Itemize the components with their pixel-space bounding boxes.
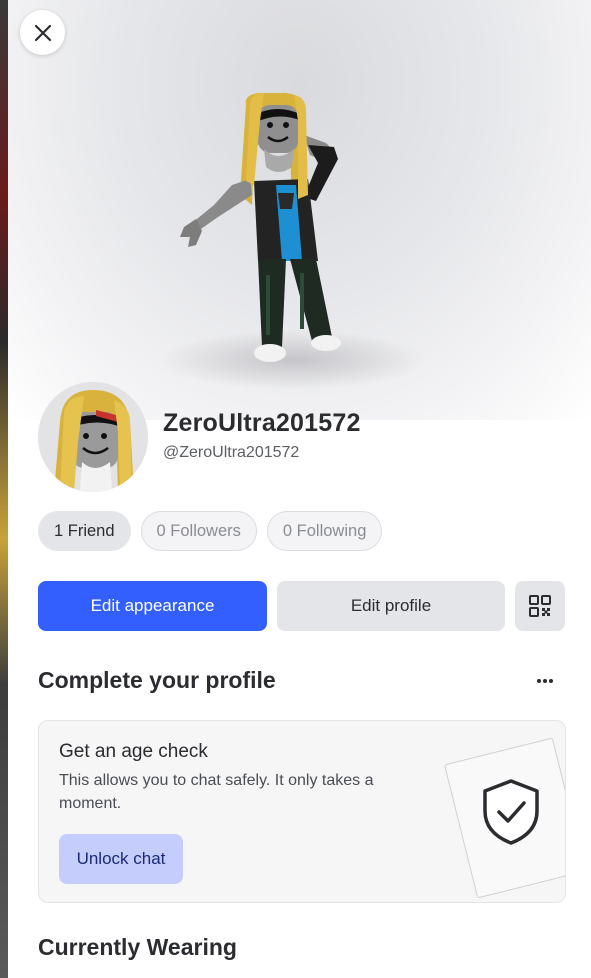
profile-actions: Edit appearance Edit profile (38, 581, 565, 631)
shield-check-icon (483, 779, 539, 845)
avatar-3d-figure (180, 93, 341, 362)
unlock-chat-button[interactable]: Unlock chat (59, 834, 183, 884)
display-name: ZeroUltra201572 (163, 409, 361, 437)
age-check-card: Get an age check This allows you to chat… (38, 720, 566, 903)
close-icon (34, 24, 51, 41)
friends-pill[interactable]: 1 Friend (38, 511, 131, 551)
username: @ZeroUltra201572 (163, 444, 300, 461)
edit-profile-button[interactable]: Edit profile (277, 581, 505, 631)
background-app-edge (0, 0, 8, 978)
avatar-hero (8, 0, 591, 420)
profile-sheet: ZeroUltra201572 @ZeroUltra201572 1 Frien… (8, 0, 591, 978)
close-button[interactable] (20, 10, 65, 55)
age-check-description: This allows you to chat safely. It only … (59, 772, 374, 812)
age-check-title: Get an age check (59, 741, 208, 762)
edit-appearance-button[interactable]: Edit appearance (38, 581, 267, 631)
more-horizontal-icon (537, 679, 553, 683)
followers-pill[interactable]: 0 Followers (140, 511, 257, 551)
qr-code-button[interactable] (515, 581, 565, 631)
age-check-illustration (443, 737, 565, 899)
avatar-headshot-image (38, 382, 148, 492)
complete-profile-title: Complete your profile (38, 667, 276, 693)
more-options-button[interactable] (528, 668, 562, 694)
avatar-headshot[interactable] (38, 382, 148, 492)
currently-wearing-title: Currently Wearing (38, 934, 237, 960)
following-pill[interactable]: 0 Following (266, 511, 383, 551)
social-stats: 1 Friend 0 Followers 0 Following (38, 511, 383, 551)
qr-code-icon (529, 595, 551, 617)
